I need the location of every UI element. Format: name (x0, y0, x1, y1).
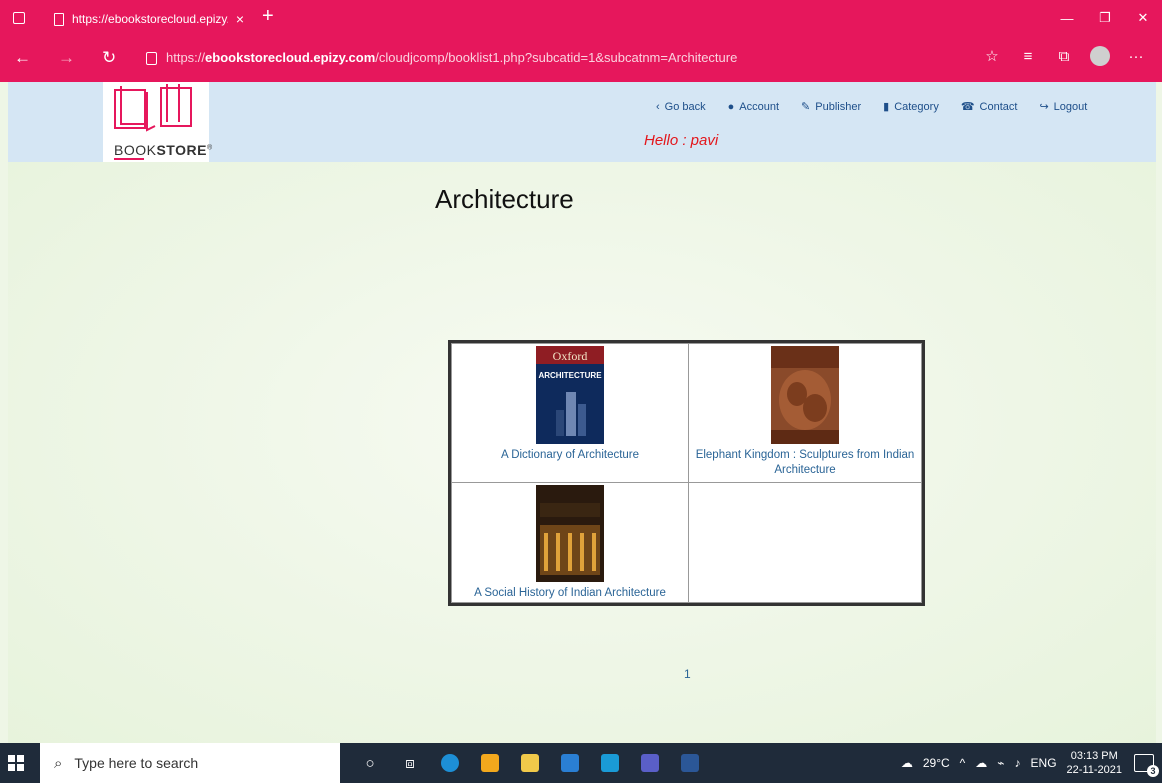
taskbar: ⌕ Type here to search ○ ⧈ ☁ 29°C ^ ☁ ⌁ ♪… (0, 743, 1162, 783)
url-host: ebookstorecloud.epizy.com (205, 50, 376, 65)
nav-contact[interactable]: ☎ Contact (960, 100, 1018, 114)
time: 03:13 PM (1070, 750, 1118, 762)
phone-icon: ☎ (960, 101, 975, 113)
window-menu-icon[interactable] (13, 12, 25, 24)
empty-cell (688, 482, 922, 603)
nav-publisher[interactable]: ✎ Publisher (801, 100, 862, 114)
pagination-page-1[interactable]: 1 (684, 667, 691, 681)
site-nav: ‹ Go back ● Account ✎ Publisher ▮ Category ☎… (656, 100, 1109, 114)
taskbar-apps: ○ ⧈ (350, 743, 710, 783)
weather-icon[interactable]: ☁ (901, 756, 913, 770)
logout-icon: ↪ (1039, 101, 1049, 113)
page-icon (54, 12, 64, 26)
book-cell: Elephant Kingdom : Sculptures from India… (688, 343, 922, 483)
nav-logout[interactable]: ↪ Logout (1039, 100, 1088, 114)
edge-icon[interactable] (430, 743, 470, 783)
new-tab-button[interactable]: + (262, 6, 274, 26)
nav-account[interactable]: ● Account (728, 100, 779, 113)
url-field[interactable]: https://ebookstorecloud.epizy.com/cloudj… (166, 50, 737, 65)
nav-label: Go back (664, 100, 706, 113)
close-window-button[interactable]: ✕ (1124, 0, 1162, 36)
book-icon: ▮ (883, 101, 890, 113)
logo-text: BOOKSTORE® (114, 142, 213, 158)
file-explorer-icon[interactable] (510, 743, 550, 783)
favorite-icon[interactable]: ☆ (974, 47, 1010, 65)
book-grid: Oxford ARCHITECTURE A Dictionary of Arch… (448, 340, 925, 606)
profile-avatar-icon[interactable] (1090, 46, 1110, 66)
minimize-button[interactable]: — (1048, 0, 1086, 36)
tab-title: https://ebookstorecloud.epizy.co (72, 12, 228, 26)
browser-tab[interactable]: https://ebookstorecloud.epizy.co × (44, 2, 254, 36)
refresh-icon[interactable]: ↻ (102, 48, 116, 68)
edit-icon: ✎ (801, 101, 811, 113)
site-header: BOOKSTORE® ‹ Go back ● Account ✎ Publisher … (8, 82, 1156, 162)
tab-close-button[interactable]: × (236, 11, 244, 27)
book-link[interactable]: A Dictionary of Architecture (458, 448, 682, 463)
page-title: Architecture (435, 184, 574, 214)
date: 22-11-2021 (1066, 764, 1122, 776)
nav-label: Contact (979, 100, 1018, 113)
network-icon[interactable]: ⌁ (997, 756, 1004, 770)
task-view-icon[interactable]: ⧈ (390, 743, 430, 783)
back-arrow-icon[interactable]: ← (14, 48, 31, 68)
nav-label: Category (894, 100, 939, 113)
restore-button[interactable]: ❐ (1086, 0, 1124, 36)
browser-toolbar-icons: ☆ ≡ ⧉ ··· (974, 46, 1154, 66)
main-content: Architecture Oxford ARCHITECTURE A Dicti… (8, 162, 1156, 743)
book-link[interactable]: A Social History of Indian Architecture (458, 586, 682, 601)
cortana-icon[interactable]: ○ (350, 743, 390, 783)
notification-icon[interactable]: 3 (1134, 754, 1159, 777)
address-bar: ← → ↻ https://ebookstorecloud.epizy.com/… (0, 36, 1162, 82)
teams-icon[interactable] (630, 743, 670, 783)
nav-category[interactable]: ▮ Category (883, 100, 939, 114)
notification-count: 3 (1147, 765, 1159, 777)
book-cover-dictionary-of-architecture[interactable]: Oxford ARCHITECTURE (536, 346, 604, 444)
windows-start-icon[interactable] (8, 755, 24, 771)
word-icon[interactable] (670, 743, 710, 783)
cover-title-text: ARCHITECTURE (538, 371, 602, 380)
nav-label: Account (739, 100, 780, 113)
taskbar-search-input[interactable]: ⌕ Type here to search (40, 743, 340, 783)
temperature[interactable]: 29°C (923, 756, 950, 770)
nav-label: Publisher (815, 100, 862, 113)
url-path: /cloudjcomp/booklist1.php?subcatid=1&sub… (375, 50, 738, 65)
more-options-icon[interactable]: ··· (1118, 48, 1154, 65)
logo-underline (114, 158, 144, 160)
book-cover-elephant-kingdom[interactable] (771, 346, 839, 444)
volume-icon[interactable]: ♪ (1015, 756, 1021, 770)
onedrive-icon[interactable]: ☁ (975, 756, 987, 770)
user-icon: ● (727, 100, 735, 113)
book-cell: A Social History of Indian Architecture (451, 482, 689, 603)
lock-icon[interactable] (146, 52, 157, 65)
chevron-up-icon[interactable]: ^ (960, 756, 966, 770)
system-tray: ☁ 29°C ^ ☁ ⌁ ♪ ENG 03:13 PM 22-11-2021 3 (901, 743, 1162, 783)
nav-label: Logout (1053, 100, 1088, 113)
clock[interactable]: 03:13 PM 22-11-2021 (1067, 749, 1122, 777)
search-icon: ⌕ (54, 754, 63, 772)
mail-icon[interactable] (550, 743, 590, 783)
nav-go-back[interactable]: ‹ Go back (656, 100, 706, 113)
url-scheme: https:// (166, 50, 206, 65)
book-link[interactable]: Elephant Kingdom : Sculptures from India… (695, 448, 915, 478)
cover-publisher-text: Oxford (553, 349, 588, 363)
browser-tab-bar: https://ebookstorecloud.epizy.co × + — ❐… (0, 0, 1162, 36)
book-cover-social-history[interactable] (536, 485, 604, 582)
window-controls: — ❐ ✕ (1048, 0, 1162, 36)
app-l-icon[interactable] (590, 743, 630, 783)
user-greeting: Hello : pavi (644, 132, 719, 149)
forward-arrow-icon[interactable]: → (58, 48, 75, 68)
bookstore-logo[interactable]: BOOKSTORE® (103, 82, 212, 162)
book-cell: Oxford ARCHITECTURE A Dictionary of Arch… (451, 343, 689, 483)
language[interactable]: ENG (1031, 756, 1057, 770)
collections-icon[interactable]: ⧉ (1046, 48, 1082, 65)
favorites-list-icon[interactable]: ≡ (1010, 48, 1046, 65)
chevron-left-icon: ‹ (656, 100, 660, 113)
search-placeholder: Type here to search (74, 755, 199, 771)
book-logo-icon (114, 84, 192, 132)
store-icon[interactable] (470, 743, 510, 783)
